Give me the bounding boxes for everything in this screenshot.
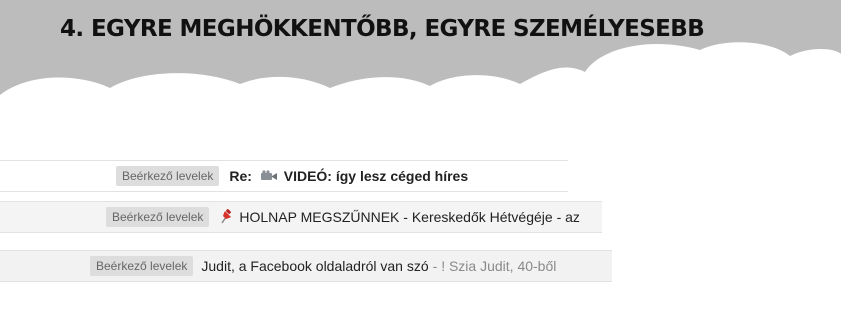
inbox-label-chip[interactable]: Beérkező levelek <box>90 256 194 276</box>
inbox-label-chip[interactable]: Beérkező levelek <box>106 207 210 227</box>
subject-text: Judit, a Facebook oldaladról van szó <box>201 258 429 274</box>
email-snippet: - ! Szia Judit, 40-ből <box>432 258 557 274</box>
slide-title: 4. EGYRE MEGHÖKKENTŐBB, EGYRE SZEMÉLYESE… <box>60 16 705 42</box>
email-row[interactable]: Beérkező levelek Re: VIDEÓ: így lesz cég… <box>0 160 568 192</box>
inbox-label-chip[interactable]: Beérkező levelek <box>116 166 220 186</box>
pushpin-icon <box>221 209 232 224</box>
subject-text: VIDEÓ: így lesz céged híres <box>283 168 469 184</box>
email-row[interactable]: Beérkező levelek HOLNAP MEGSZŰNNEK - Ker… <box>0 201 602 233</box>
film-camera-icon <box>260 170 277 180</box>
email-row[interactable]: Beérkező levelek Judit, a Facebook oldal… <box>0 250 612 282</box>
reply-prefix: Re: <box>229 168 252 184</box>
email-subject: Re: VIDEÓ: így lesz céged híres <box>229 168 468 184</box>
subject-text: HOLNAP MEGSZŰNNEK - Kereskedők Hétvégéje… <box>239 209 580 225</box>
